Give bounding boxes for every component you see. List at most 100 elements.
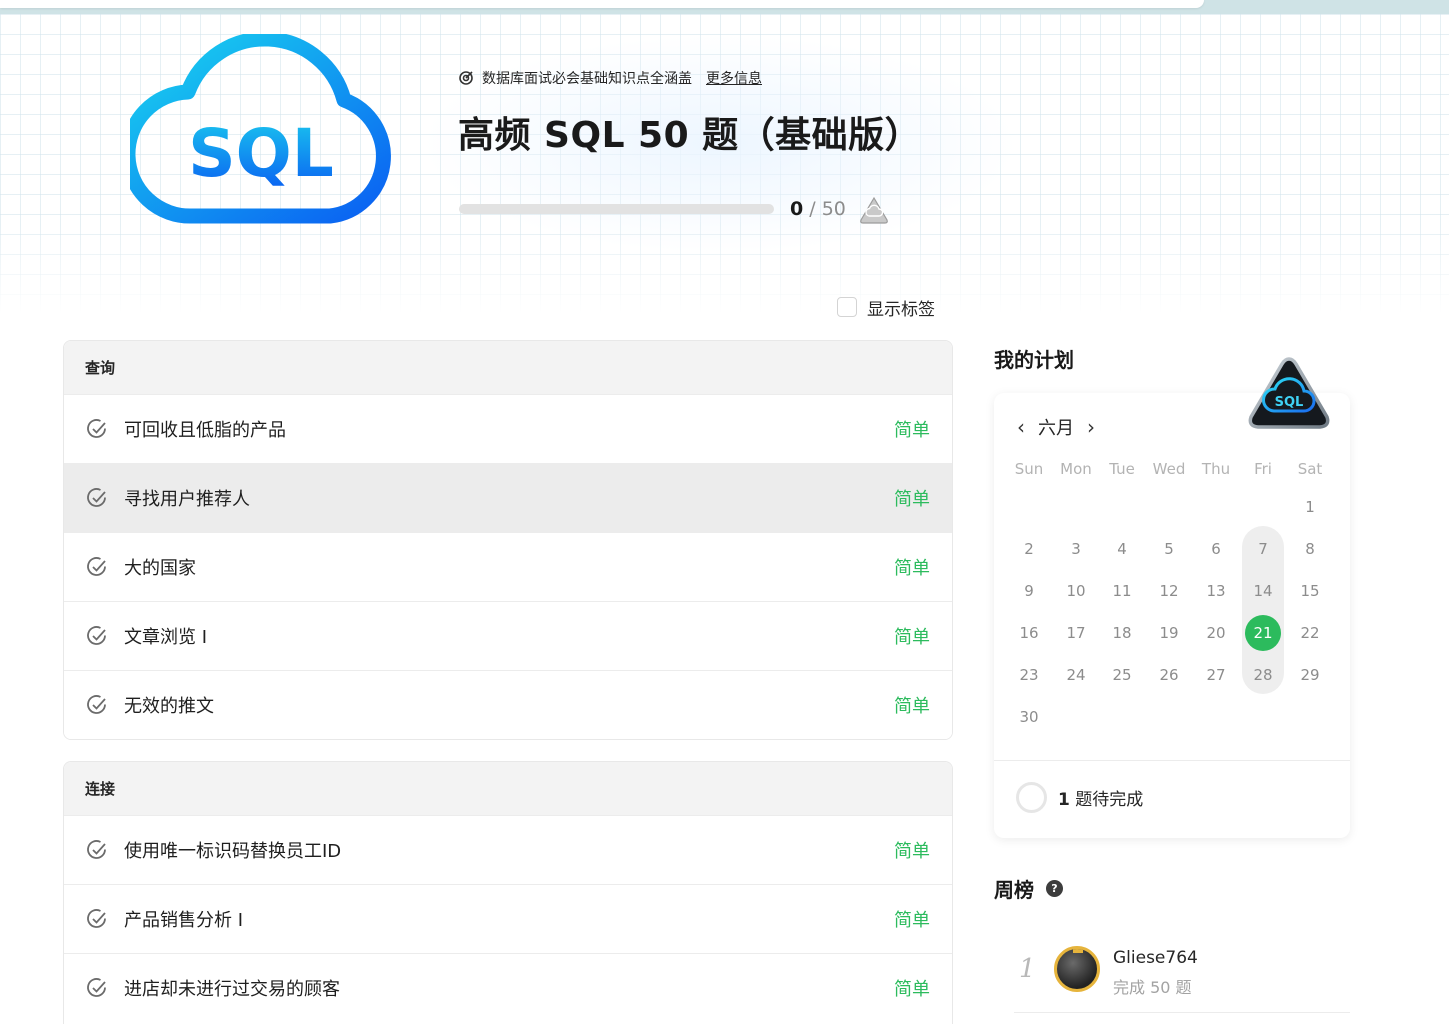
- calendar-day[interactable]: 9: [1009, 574, 1049, 608]
- problem-row[interactable]: 文章浏览 I 简单: [64, 601, 952, 670]
- problem-row[interactable]: 进店却未进行过交易的顾客 简单: [64, 953, 952, 1022]
- calendar-day[interactable]: 2: [1009, 532, 1049, 566]
- problem-row[interactable]: 无效的推文 简单: [64, 670, 952, 739]
- chevron-left-icon[interactable]: ‹: [1014, 415, 1028, 439]
- section-title: 查询: [64, 341, 952, 394]
- calendar-day[interactable]: 8: [1290, 532, 1330, 566]
- browser-top-strip: [0, 0, 1449, 14]
- ranking-entry[interactable]: 1 Gliese764 完成 50 题: [1014, 940, 1350, 1014]
- rank-number: 1: [1019, 954, 1036, 984]
- calendar-day[interactable]: 5: [1149, 532, 1189, 566]
- problem-difficulty: 简单: [894, 558, 930, 579]
- calendar-header: ‹ 六月 ›: [1014, 414, 1098, 440]
- calendar-day[interactable]: 19: [1149, 616, 1189, 650]
- check-circle-icon: [86, 556, 108, 578]
- problem-name[interactable]: 无效的推文: [124, 692, 214, 718]
- pending-count: 1: [1058, 790, 1070, 810]
- progress-ring-icon: [1016, 782, 1047, 813]
- show-tags-toggle[interactable]: 显示标签: [837, 295, 935, 320]
- problem-difficulty: 简单: [894, 489, 930, 510]
- pending-label: 题待完成: [1075, 790, 1144, 810]
- progress-done: 0: [790, 198, 804, 220]
- progress-total: / 50: [809, 198, 846, 220]
- problem-difficulty: 简单: [894, 420, 930, 441]
- calendar-month: 六月: [1038, 418, 1074, 439]
- calendar-day[interactable]: 20: [1196, 616, 1236, 650]
- calendar-day[interactable]: 26: [1149, 658, 1189, 692]
- calendar-day[interactable]: 14: [1243, 574, 1283, 608]
- calendar-day[interactable]: 30: [1009, 700, 1049, 734]
- weekday-label: Fri: [1254, 460, 1272, 478]
- problem-name[interactable]: 进店却未进行过交易的顾客: [124, 975, 340, 1001]
- ranking-divider: [1014, 1012, 1350, 1013]
- progress-bar: [459, 204, 774, 214]
- problem-name[interactable]: 大的国家: [124, 554, 196, 580]
- problem-name[interactable]: 产品销售分析 I: [124, 906, 243, 932]
- avatar[interactable]: [1054, 946, 1100, 992]
- calendar-day[interactable]: 3: [1056, 532, 1096, 566]
- crown-icon: [1073, 949, 1083, 953]
- problem-name[interactable]: 寻找用户推荐人: [124, 485, 250, 511]
- logo-text: SQL: [188, 115, 334, 192]
- calendar-day[interactable]: 29: [1290, 658, 1330, 692]
- calendar-day[interactable]: 27: [1196, 658, 1236, 692]
- weekday-label: Sun: [1014, 460, 1044, 478]
- problem-row[interactable]: 可回收且低脂的产品 简单: [64, 394, 952, 463]
- rank-completed: 完成 50 题: [1113, 978, 1192, 997]
- show-tags-label: 显示标签: [867, 299, 935, 320]
- rank-username[interactable]: Gliese764: [1113, 948, 1198, 968]
- calendar-day[interactable]: 11: [1102, 574, 1142, 608]
- problem-row[interactable]: 产品销售分析 I 简单: [64, 884, 952, 953]
- weekday-label: Sat: [1297, 460, 1323, 478]
- check-circle-icon: [86, 977, 108, 999]
- problem-name[interactable]: 使用唯一标识码替换员工ID: [124, 837, 341, 863]
- calendar-day[interactable]: 15: [1290, 574, 1330, 608]
- problem-section-join: 连接 使用唯一标识码替换员工ID 简单 产品销售分析 I 简单 进店却未进行过交…: [63, 761, 953, 1024]
- show-tags-checkbox[interactable]: [837, 297, 857, 317]
- plan-title: 我的计划: [994, 348, 1074, 372]
- sql-plan-badge-icon[interactable]: SQL: [1246, 355, 1332, 431]
- calendar-day[interactable]: 18: [1102, 616, 1142, 650]
- problem-section-query: 查询 可回收且低脂的产品 简单 寻找用户推荐人 简单 大的国家 简单 文章浏览 …: [63, 340, 953, 740]
- tagline-text: 数据库面试必会基础知识点全涵盖: [482, 71, 692, 87]
- weekday-label: Wed: [1152, 460, 1186, 478]
- calendar-day[interactable]: 10: [1056, 574, 1096, 608]
- problem-row[interactable]: 大的国家 简单: [64, 532, 952, 601]
- problem-row[interactable]: 寻找用户推荐人 简单: [64, 463, 952, 532]
- calendar-day[interactable]: 12: [1149, 574, 1189, 608]
- calendar-day[interactable]: 16: [1009, 616, 1049, 650]
- progress-count: 0 / 50: [790, 198, 846, 220]
- chevron-right-icon[interactable]: ›: [1084, 415, 1098, 439]
- problem-name[interactable]: 文章浏览 I: [124, 623, 207, 649]
- calendar-day[interactable]: 28: [1243, 658, 1283, 692]
- weekday-label: Mon: [1060, 460, 1092, 478]
- calendar-day[interactable]: 13: [1196, 574, 1236, 608]
- sql-badge-icon[interactable]: [858, 195, 890, 225]
- calendar-day-today[interactable]: 21: [1245, 615, 1281, 651]
- problem-difficulty: 简单: [894, 841, 930, 862]
- problem-difficulty: 简单: [894, 627, 930, 648]
- check-circle-icon: [86, 625, 108, 647]
- problem-row[interactable]: 使用唯一标识码替换员工ID 简单: [64, 815, 952, 884]
- weekday-label: Tue: [1109, 460, 1135, 478]
- weekly-title-text: 周榜: [994, 878, 1034, 902]
- calendar-day[interactable]: 17: [1056, 616, 1096, 650]
- calendar-day[interactable]: 25: [1102, 658, 1142, 692]
- calendar-day[interactable]: 4: [1102, 532, 1142, 566]
- top-bar: [0, 0, 1204, 8]
- calendar-day[interactable]: 23: [1009, 658, 1049, 692]
- problem-name[interactable]: 可回收且低脂的产品: [124, 416, 286, 442]
- sql-cloud-logo: SQL: [130, 34, 392, 224]
- calendar-day[interactable]: 1: [1290, 490, 1330, 524]
- section-title: 连接: [64, 762, 952, 815]
- calendar-day[interactable]: 22: [1290, 616, 1330, 650]
- pending-status: 1 题待完成: [1016, 782, 1143, 813]
- target-icon: [458, 70, 474, 86]
- calendar-day[interactable]: 6: [1196, 532, 1236, 566]
- calendar-day[interactable]: 24: [1056, 658, 1096, 692]
- more-info-link[interactable]: 更多信息: [706, 68, 762, 88]
- help-icon[interactable]: ?: [1046, 880, 1063, 897]
- plan-divider: [994, 760, 1350, 761]
- check-circle-icon: [86, 839, 108, 861]
- calendar-day[interactable]: 7: [1243, 532, 1283, 566]
